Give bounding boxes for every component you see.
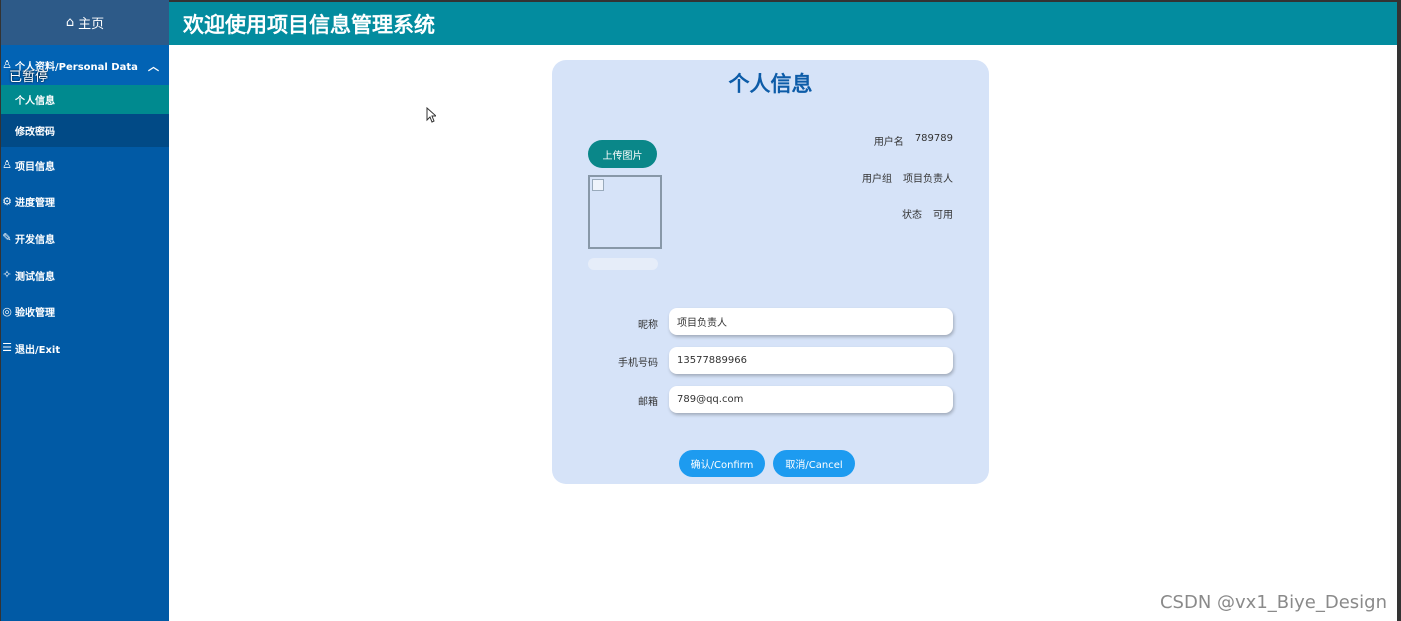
header-bar: 欢迎使用项目信息管理系统 [169, 0, 1397, 45]
sidebar-item-personal-info[interactable]: 个人信息 [1, 85, 169, 114]
sidebar-item-change-password[interactable]: 修改密码 [1, 114, 169, 147]
info-usergroup: 用户组 项目负责人 [862, 170, 953, 185]
sidebar-item-label: 开发信息 [15, 234, 55, 246]
tools-icon: ✎ [2, 231, 12, 245]
home-icon: ⌂ [65, 15, 75, 30]
info-value: 789789 [914, 133, 953, 144]
sidebar-item-label: 验收管理 [15, 308, 55, 320]
confirm-button[interactable]: 确认/Confirm [679, 450, 765, 477]
sidebar-item-label: 测试信息 [15, 271, 55, 283]
sidebar-home[interactable]: ⌂ 主页 [1, 0, 169, 45]
info-value: 可用 [933, 210, 953, 221]
sidebar-item-label: 退出/Exit [15, 344, 61, 356]
card-title: 个人信息 [728, 72, 813, 96]
paused-overlay-label: 已暂停 [9, 70, 49, 85]
window-border [1397, 0, 1401, 621]
phone-input[interactable] [669, 347, 953, 374]
sidebar-item-development[interactable]: ✎ 开发信息 [1, 220, 169, 257]
sidebar-item-progress[interactable]: ⚙ 进度管理 [1, 184, 169, 221]
sidebar-home-label: 主页 [78, 17, 105, 32]
avatar-caption [588, 258, 658, 270]
settings-icon: ◎ [2, 304, 12, 318]
sidebar-item-label: 进度管理 [15, 198, 55, 210]
sidebar-item-label: 项目信息 [15, 161, 55, 173]
info-username: 用户名 789789 [874, 133, 953, 148]
sidebar-item-acceptance[interactable]: ◎ 验收管理 [1, 293, 169, 330]
app-window: ⌂ 主页 ♙ 个人资料/Personal Data ︿ 个人信息 修改密码 ♙ … [0, 0, 1401, 621]
page-title: 欢迎使用项目信息管理系统 [183, 13, 435, 37]
sidebar: ⌂ 主页 ♙ 个人资料/Personal Data ︿ 个人信息 修改密码 ♙ … [0, 0, 169, 621]
sidebar-item-exit[interactable]: ☰ 退出/Exit [1, 330, 169, 367]
user-icon: ♙ [2, 158, 12, 172]
upload-image-button[interactable]: 上传图片 [588, 140, 657, 168]
profile-card: 个人信息 上传图片 用户名 789789 用户组 项目负责人 状态 可用 昵称 … [552, 60, 989, 484]
exit-icon: ☰ [2, 341, 12, 355]
sidebar-item-label: 个人信息 [15, 96, 55, 107]
email-input[interactable] [669, 386, 953, 413]
phone-label: 手机号码 [618, 358, 658, 369]
info-label: 用户组 [862, 174, 892, 185]
gear-icon: ⚙ [2, 194, 12, 208]
avatar-image [588, 175, 662, 249]
info-label: 状态 [902, 210, 922, 221]
nickname-label: 昵称 [638, 320, 658, 331]
handshake-icon: ✧ [2, 268, 12, 282]
sidebar-item-project-info[interactable]: ♙ 项目信息 [1, 147, 169, 184]
mouse-cursor-icon [426, 107, 436, 123]
chevron-up-icon: ︿ [148, 60, 159, 73]
sidebar-item-testing[interactable]: ✧ 测试信息 [1, 257, 169, 294]
email-label: 邮箱 [638, 397, 658, 408]
watermark: CSDN @vx1_Biye_Design [1159, 592, 1387, 613]
info-status: 状态 可用 [902, 206, 953, 221]
cancel-button[interactable]: 取消/Cancel [773, 450, 855, 477]
broken-image-icon [592, 179, 604, 191]
nickname-input[interactable] [669, 308, 953, 335]
info-value: 项目负责人 [903, 174, 953, 185]
sidebar-item-label: 修改密码 [15, 127, 55, 138]
info-label: 用户名 [873, 137, 904, 148]
